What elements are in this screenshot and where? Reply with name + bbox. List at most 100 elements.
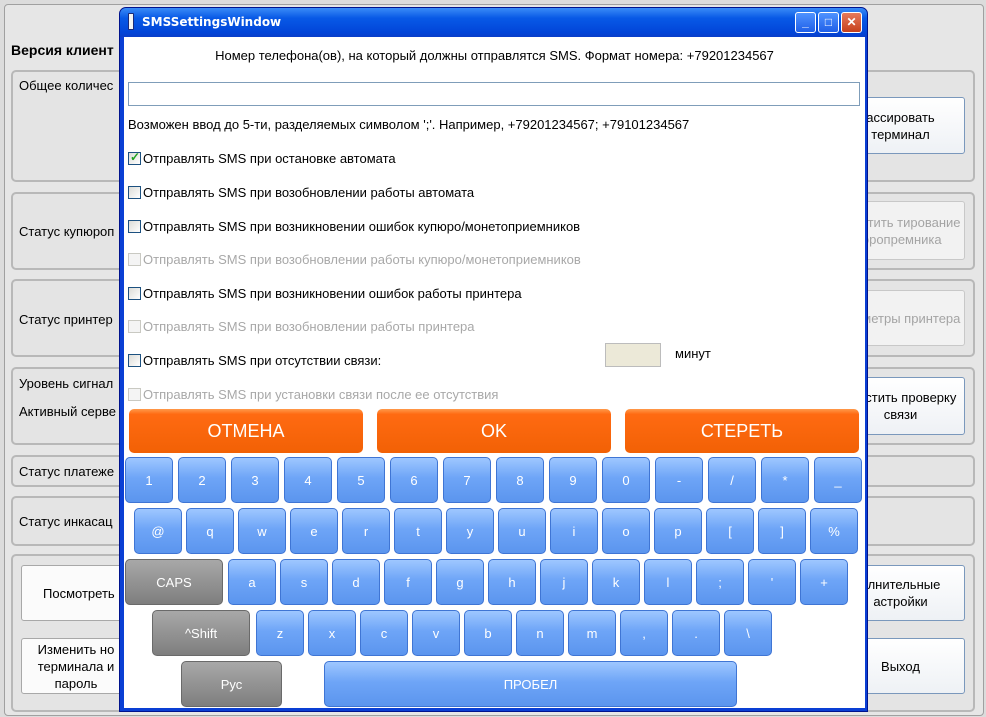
key-4[interactable]: 4: [284, 457, 332, 503]
key-o[interactable]: o: [602, 508, 650, 554]
title-bar[interactable]: SMSSettingsWindow _ □ ✕: [120, 8, 867, 37]
key-space[interactable]: ПРОБЕЛ: [324, 661, 737, 707]
key-3[interactable]: 3: [231, 457, 279, 503]
key-l[interactable]: l: [644, 559, 692, 605]
key-7[interactable]: 7: [443, 457, 491, 503]
key-left-bracket[interactable]: [: [706, 508, 754, 554]
maximize-button[interactable]: □: [818, 12, 839, 33]
payments-status-label: Статус платеже: [19, 464, 115, 479]
key-z[interactable]: z: [256, 610, 304, 656]
minimize-button[interactable]: _: [795, 12, 816, 33]
checkbox-printer-errors[interactable]: Отправлять SMS при возникновении ошибок …: [128, 284, 522, 302]
phone-example-hint: Возможен ввод до 5-ти, разделяемых симво…: [128, 117, 690, 132]
checkbox-acceptor-resume: Отправлять SMS при возобновлении работы …: [128, 250, 581, 268]
checkbox-label: Отправлять SMS при установки связи после…: [143, 386, 499, 402]
key-caps[interactable]: CAPS: [125, 559, 223, 605]
maximize-icon: □: [824, 15, 833, 29]
checkbox-machine-resume[interactable]: Отправлять SMS при возобновлении работы …: [128, 183, 474, 201]
on-screen-keyboard: 1 2 3 4 5 6 7 8 9 0 - / * _ @ q w e r t …: [124, 457, 865, 708]
checkbox-box[interactable]: ✓: [128, 149, 141, 165]
ok-button[interactable]: OK: [377, 409, 611, 453]
minutes-input[interactable]: [605, 343, 661, 367]
printer-status-label: Статус принтер: [19, 312, 113, 327]
checkbox-box[interactable]: [128, 353, 141, 367]
key-e[interactable]: e: [290, 508, 338, 554]
key-period[interactable]: .: [672, 610, 720, 656]
key-d[interactable]: d: [332, 559, 380, 605]
key-9[interactable]: 9: [549, 457, 597, 503]
key-a[interactable]: a: [228, 559, 276, 605]
key-w[interactable]: w: [238, 508, 286, 554]
cancel-button[interactable]: ОТМЕНА: [129, 409, 363, 453]
key-b[interactable]: b: [464, 610, 512, 656]
checkbox-label: Отправлять SMS при возникновении ошибок …: [143, 218, 581, 234]
checkmark-icon: ✓: [130, 149, 141, 164]
checkbox-connection-restored: Отправлять SMS при установки связи после…: [128, 385, 498, 403]
key-slash[interactable]: /: [708, 457, 756, 503]
key-asterisk[interactable]: *: [761, 457, 809, 503]
checkbox-acceptor-errors[interactable]: Отправлять SMS при возникновении ошибок …: [128, 217, 580, 235]
key-plus[interactable]: +: [800, 559, 848, 605]
key-p[interactable]: p: [654, 508, 702, 554]
key-underscore[interactable]: _: [814, 457, 862, 503]
key-c[interactable]: c: [360, 610, 408, 656]
change-terminal-password-button[interactable]: Изменить но терминала и пароль: [21, 638, 131, 694]
checkbox-box[interactable]: [128, 185, 141, 199]
window-icon: [128, 13, 134, 30]
minimize-icon: _: [802, 15, 809, 29]
key-1[interactable]: 1: [125, 457, 173, 503]
key-shift[interactable]: ^Shift: [152, 610, 250, 656]
key-x[interactable]: x: [308, 610, 356, 656]
version-label: Версия клиент: [11, 42, 114, 58]
key-m[interactable]: m: [568, 610, 616, 656]
key-f[interactable]: f: [384, 559, 432, 605]
key-n[interactable]: n: [516, 610, 564, 656]
key-s[interactable]: s: [280, 559, 328, 605]
key-at[interactable]: @: [134, 508, 182, 554]
key-right-bracket[interactable]: ]: [758, 508, 806, 554]
key-0[interactable]: 0: [602, 457, 650, 503]
key-j[interactable]: j: [540, 559, 588, 605]
key-semicolon[interactable]: ;: [696, 559, 744, 605]
close-button[interactable]: ✕: [841, 12, 862, 33]
checkbox-box[interactable]: [128, 286, 141, 300]
close-icon: ✕: [846, 15, 857, 29]
key-y[interactable]: y: [446, 508, 494, 554]
key-apostrophe[interactable]: ': [748, 559, 796, 605]
sms-settings-window: SMSSettingsWindow _ □ ✕ Номер телефона(о…: [119, 7, 868, 712]
key-h[interactable]: h: [488, 559, 536, 605]
view-button[interactable]: Посмотреть: [21, 565, 131, 621]
key-percent[interactable]: %: [810, 508, 858, 554]
checkbox-label: Отправлять SMS при возникновении ошибок …: [143, 285, 522, 301]
key-u[interactable]: u: [498, 508, 546, 554]
key-g[interactable]: g: [436, 559, 484, 605]
key-v[interactable]: v: [412, 610, 460, 656]
key-k[interactable]: k: [592, 559, 640, 605]
collection-status-label: Статус инкасац: [19, 514, 113, 529]
key-minus[interactable]: -: [655, 457, 703, 503]
key-8[interactable]: 8: [496, 457, 544, 503]
signal-level-label: Уровень сигнал: [19, 376, 114, 391]
key-2[interactable]: 2: [178, 457, 226, 503]
key-language[interactable]: Рус: [181, 661, 282, 707]
key-r[interactable]: r: [342, 508, 390, 554]
key-backslash[interactable]: \: [724, 610, 772, 656]
checkbox-box[interactable]: [128, 219, 141, 233]
bill-acceptor-status-label: Статус купюроп: [19, 224, 115, 239]
total-count-label: Общее количес: [19, 78, 114, 93]
key-5[interactable]: 5: [337, 457, 385, 503]
checkbox-label: Отправлять SMS при возобновлении работы …: [143, 184, 475, 200]
checkbox-box: [128, 252, 141, 266]
clear-button[interactable]: СТЕРЕТЬ: [625, 409, 859, 453]
phone-number-input[interactable]: [128, 82, 860, 106]
active-server-label: Активный серве: [19, 404, 116, 419]
key-6[interactable]: 6: [390, 457, 438, 503]
key-q[interactable]: q: [186, 508, 234, 554]
checkbox-no-connection[interactable]: Отправлять SMS при отсутствии связи:: [128, 351, 381, 369]
key-i[interactable]: i: [550, 508, 598, 554]
checkbox-label: Отправлять SMS при остановке автомата: [143, 150, 396, 166]
minutes-label: минут: [675, 346, 711, 361]
key-comma[interactable]: ,: [620, 610, 668, 656]
key-t[interactable]: t: [394, 508, 442, 554]
checkbox-machine-stop[interactable]: ✓ Отправлять SMS при остановке автомата: [128, 149, 396, 167]
